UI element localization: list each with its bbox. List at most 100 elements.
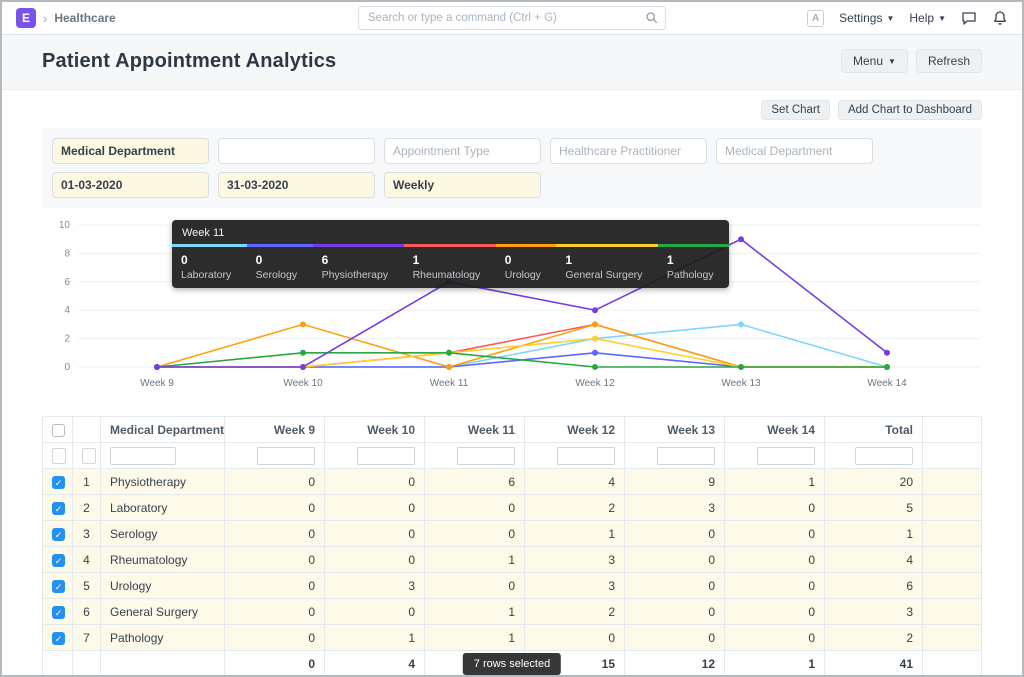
chat-icon[interactable]	[961, 10, 977, 26]
value-cell: 9	[625, 469, 725, 495]
filter-cell-medical-department	[101, 443, 225, 469]
value-cell: 1	[725, 469, 825, 495]
page-actions: Menu ▼ Refresh	[841, 49, 982, 73]
filter-cell-week-10	[325, 443, 425, 469]
column-header-total[interactable]: Total	[825, 417, 923, 443]
filter-medical-department-2[interactable]	[716, 138, 873, 164]
table-row[interactable]: ✓1Physiotherapy00649120	[43, 469, 982, 495]
column-filter-input[interactable]	[257, 447, 315, 465]
value-cell: 0	[725, 625, 825, 651]
set-chart-button[interactable]: Set Chart	[761, 100, 830, 120]
footer-department-cell	[101, 651, 225, 677]
refresh-button[interactable]: Refresh	[916, 49, 982, 73]
tooltip-value: 1	[565, 253, 644, 267]
row-index: 1	[73, 469, 101, 495]
svg-text:4: 4	[64, 305, 70, 316]
footer-select-cell	[43, 651, 73, 677]
total-cell: 20	[825, 469, 923, 495]
column-filter-input[interactable]	[657, 447, 715, 465]
table-row[interactable]: ✓5Urology0303006	[43, 573, 982, 599]
report-page: Set Chart Add Chart to Dashboard 0246810…	[2, 90, 1022, 677]
app-logo[interactable]: E	[16, 8, 36, 28]
table-row[interactable]: ✓3Serology0001001	[43, 521, 982, 547]
filter-area	[42, 128, 982, 208]
row-checkbox[interactable]: ✓	[52, 606, 65, 619]
filter-to-date[interactable]	[218, 172, 375, 198]
value-cell: 0	[725, 573, 825, 599]
menu-button[interactable]: Menu ▼	[841, 49, 908, 73]
help-menu[interactable]: Help ▼	[909, 11, 946, 25]
column-header-week-14[interactable]: Week 14	[725, 417, 825, 443]
tooltip-value: 1	[667, 253, 715, 267]
settings-menu[interactable]: Settings ▼	[839, 11, 894, 25]
column-filter-input[interactable]	[457, 447, 515, 465]
svg-text:10: 10	[59, 220, 71, 231]
total-cell: 2	[825, 625, 923, 651]
search-input[interactable]	[358, 6, 666, 30]
table-row[interactable]: ✓4Rheumatology0013004	[43, 547, 982, 573]
row-select-cell: ✓	[43, 547, 73, 573]
filter-cell-week-14	[725, 443, 825, 469]
value-cell: 2	[525, 495, 625, 521]
row-checkbox[interactable]: ✓	[52, 554, 65, 567]
select-all-checkbox[interactable]	[52, 424, 65, 437]
row-checkbox[interactable]: ✓	[52, 528, 65, 541]
column-filter-input[interactable]	[557, 447, 615, 465]
row-index: 3	[73, 521, 101, 547]
column-header-week-9[interactable]: Week 9	[225, 417, 325, 443]
column-filter-input[interactable]	[357, 447, 415, 465]
add-chart-to-dashboard-button[interactable]: Add Chart to Dashboard	[838, 100, 982, 120]
filter-appointment-type[interactable]	[384, 138, 541, 164]
row-select-cell: ✓	[43, 599, 73, 625]
search-icon	[645, 11, 659, 25]
filter-medical-department[interactable]	[52, 138, 209, 164]
filter-frequency[interactable]	[384, 172, 541, 198]
filler-cell	[923, 469, 982, 495]
column-filter-input[interactable]	[82, 448, 96, 464]
caret-down-icon: ▼	[888, 57, 896, 66]
filter-cell-week-9	[225, 443, 325, 469]
header-row: Medical DepartmentWeek 9Week 10Week 11We…	[43, 417, 982, 443]
column-header-week-12[interactable]: Week 12	[525, 417, 625, 443]
filler-cell	[923, 547, 982, 573]
row-checkbox[interactable]: ✓	[52, 580, 65, 593]
column-filter-input[interactable]	[52, 448, 66, 464]
column-header-week-11[interactable]: Week 11	[425, 417, 525, 443]
tooltip-item-pathology: 1Pathology	[658, 244, 729, 288]
column-filter-input[interactable]	[757, 447, 815, 465]
value-cell: 1	[425, 599, 525, 625]
table-row[interactable]: ✓7Pathology0110002	[43, 625, 982, 651]
table-row[interactable]: ✓2Laboratory0002305	[43, 495, 982, 521]
row-checkbox[interactable]: ✓	[52, 632, 65, 645]
avatar[interactable]: A	[807, 10, 824, 27]
value-cell: 0	[725, 521, 825, 547]
notifications-bell-icon[interactable]	[992, 10, 1008, 26]
tooltip-item-general-surgery: 1General Surgery	[556, 244, 658, 288]
filler-cell	[923, 495, 982, 521]
table-row[interactable]: ✓6General Surgery0012003	[43, 599, 982, 625]
value-cell: 1	[425, 625, 525, 651]
breadcrumb-chevron-icon: ›	[43, 11, 47, 26]
filter-from-date[interactable]	[52, 172, 209, 198]
column-filter-input[interactable]	[855, 447, 913, 465]
svg-text:Week 11: Week 11	[430, 378, 469, 389]
filler-cell	[923, 599, 982, 625]
column-header-medical-department[interactable]: Medical Department	[101, 417, 225, 443]
filter-blank[interactable]	[218, 138, 375, 164]
column-header-week-13[interactable]: Week 13	[625, 417, 725, 443]
filter-healthcare-practitioner[interactable]	[550, 138, 707, 164]
svg-text:8: 8	[64, 248, 70, 259]
breadcrumb[interactable]: Healthcare	[54, 11, 115, 25]
svg-text:Week 12: Week 12	[575, 378, 615, 389]
row-index: 2	[73, 495, 101, 521]
value-cell: 0	[325, 495, 425, 521]
row-checkbox[interactable]: ✓	[52, 476, 65, 489]
footer-index-cell	[73, 651, 101, 677]
value-cell: 0	[625, 599, 725, 625]
tooltip-item-laboratory: 0Laboratory	[172, 244, 247, 288]
column-filter-input[interactable]	[110, 447, 176, 465]
page-title: Patient Appointment Analytics	[42, 50, 336, 73]
row-checkbox[interactable]: ✓	[52, 502, 65, 515]
value-cell: 0	[525, 625, 625, 651]
column-header-week-10[interactable]: Week 10	[325, 417, 425, 443]
